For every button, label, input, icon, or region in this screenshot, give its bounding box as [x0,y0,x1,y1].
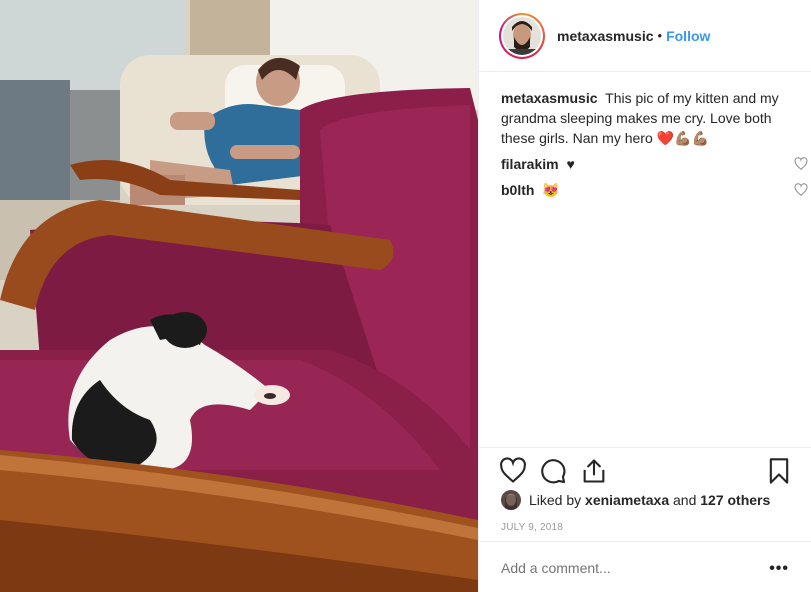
comment-text: ♥ [566,156,575,172]
post-caption: metaxasmusic This pic of my kitten and m… [501,88,796,148]
post-photo[interactable] [0,0,478,592]
share-icon[interactable] [580,457,608,485]
post-sidebar: metaxasmusic • Follow metaxasmusic This … [478,0,811,592]
comment-username[interactable]: b0lth [501,182,534,198]
comment-like-heart-icon[interactable] [794,183,808,197]
likes-middle: and [673,492,697,508]
comments-section: metaxasmusic This pic of my kitten and m… [501,88,808,202]
follow-button[interactable]: Follow [666,28,710,44]
author-avatar[interactable] [499,12,545,59]
caption-emoji: ❤️💪🏽💪🏽 [656,130,709,146]
liker-portrait-icon [501,490,521,510]
comment-item: b0lth 😻 [501,180,808,202]
add-comment-divider [479,541,811,542]
add-comment-input[interactable] [501,560,731,576]
post-date[interactable]: JULY 9, 2018 [501,522,563,533]
like-heart-icon[interactable] [499,457,527,485]
comment-username[interactable]: filarakim [501,156,559,172]
comment-text: 😻 [542,182,560,198]
liker-avatar[interactable] [501,490,521,510]
header-separator: • [657,28,663,43]
more-options-button[interactable]: ••• [769,560,789,578]
bookmark-icon[interactable] [765,457,793,485]
avatar-image [503,16,541,55]
post-header: metaxasmusic • Follow [479,0,811,72]
comment-bubble-icon[interactable] [539,457,567,485]
likes-others-link[interactable]: 127 others [700,492,770,508]
comment-like-heart-icon[interactable] [794,157,808,171]
comment-item: filarakim ♥ [501,154,808,176]
avatar-border [501,14,543,57]
likes-prefix: Liked by [529,492,582,508]
avatar-portrait-icon [503,16,541,55]
liker-username[interactable]: xeniametaxa [585,492,669,508]
likes-summary: Liked by xeniametaxa and 127 others [501,490,770,510]
author-username[interactable]: metaxasmusic [557,28,654,44]
actions-divider [479,447,811,448]
caption-username[interactable]: metaxasmusic [501,90,598,106]
photo-illustration [0,0,478,592]
